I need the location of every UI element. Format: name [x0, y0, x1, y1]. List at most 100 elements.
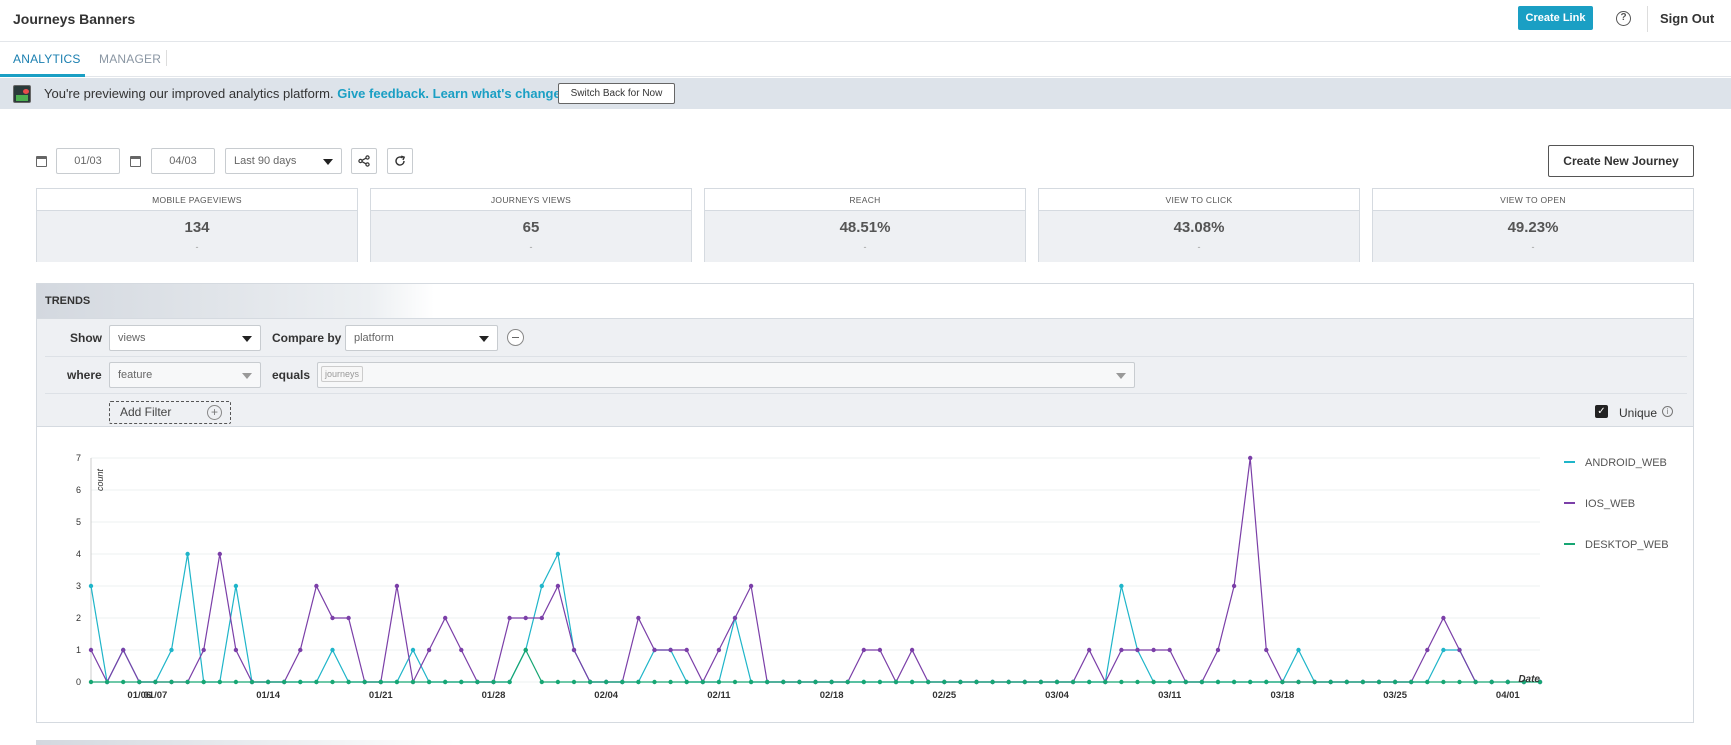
calendar-icon [130, 156, 141, 167]
data-point [104, 679, 110, 685]
data-point [1119, 583, 1124, 589]
data-point [926, 679, 931, 685]
stat-value: 65 [522, 219, 540, 236]
data-point [1119, 679, 1124, 685]
stat-delta: - [195, 242, 199, 252]
data-point [1312, 679, 1317, 685]
x-tick-label: 02/18 [820, 690, 844, 701]
chart-grid [90, 457, 1540, 683]
data-point [507, 615, 512, 621]
stat-delta: - [1531, 242, 1535, 252]
add-filter-label: Add Filter [120, 405, 172, 419]
data-point [1264, 647, 1269, 653]
learn-changes-link[interactable]: Learn what's changed. [433, 86, 573, 101]
tab-manager[interactable]: MANAGER [99, 52, 161, 66]
calendar-icon [36, 156, 47, 167]
data-point [1070, 679, 1076, 685]
data-point [1328, 679, 1333, 685]
data-point [1457, 647, 1462, 653]
share-button[interactable] [351, 148, 377, 174]
data-point [88, 647, 94, 653]
data-point [571, 679, 577, 685]
data-point [539, 583, 544, 589]
stat-body: 43.08% - [1039, 211, 1359, 262]
start-date-input[interactable] [56, 148, 120, 174]
data-point [1022, 679, 1027, 685]
where-value: feature [118, 369, 153, 381]
data-point [716, 647, 722, 653]
data-point [121, 647, 126, 653]
end-date-input[interactable] [151, 148, 215, 174]
compare-by-value: platform [354, 332, 394, 344]
series-line [91, 648, 1540, 683]
chevron-down-icon [323, 159, 333, 165]
chart-legend: ANDROID_WEB IOS_WEB DESKTOP_WEB [1564, 457, 1669, 551]
x-tick-label: 03/25 [1383, 690, 1407, 701]
data-point [668, 679, 673, 685]
give-feedback-link[interactable]: Give feedback. [337, 86, 429, 101]
stat-delta: - [863, 242, 867, 252]
equals-select[interactable]: journeys [317, 362, 1135, 388]
image-icon [13, 85, 31, 103]
data-point [298, 647, 303, 653]
data-point [1087, 679, 1092, 685]
data-point [1344, 679, 1350, 685]
switch-back-button[interactable]: Switch Back for Now [558, 83, 675, 104]
data-point [1215, 679, 1221, 685]
data-point [1248, 679, 1253, 685]
stat-value: 49.23% [1507, 219, 1559, 236]
create-new-journey-button[interactable]: Create New Journey [1548, 145, 1694, 177]
info-icon[interactable]: i [1662, 406, 1673, 417]
date-range-select[interactable]: Last 90 days [225, 148, 342, 174]
share-icon [358, 155, 370, 167]
data-point [974, 679, 979, 685]
compare-by-select[interactable]: platform [345, 325, 498, 351]
show-value: views [118, 332, 146, 344]
data-point [491, 679, 496, 685]
data-point [137, 679, 142, 685]
data-point [459, 679, 464, 685]
sign-out-link[interactable]: Sign Out [1660, 11, 1714, 26]
data-point [88, 583, 94, 589]
legend-label: DESKTOP_WEB [1585, 539, 1669, 551]
top-bar: Journeys Banners Create Link ? Sign Out [0, 0, 1731, 42]
trends-panel: TRENDS Show views Compare by platform wh… [36, 283, 1694, 723]
x-tick-label: 04/01 [1496, 690, 1520, 701]
unique-checkbox[interactable]: ✓ [1595, 405, 1608, 418]
data-point [1360, 679, 1366, 685]
tab-analytics[interactable]: ANALYTICS [13, 52, 81, 66]
data-point [217, 551, 222, 557]
create-link-button[interactable]: Create Link [1518, 6, 1593, 30]
x-axis-label: Date [1518, 674, 1540, 685]
data-point [185, 551, 190, 557]
data-point [877, 679, 883, 685]
stat-label: REACH [705, 189, 1025, 211]
minus-icon [512, 337, 519, 338]
data-point [958, 679, 963, 685]
x-tick-label: 03/18 [1271, 690, 1295, 701]
data-point [217, 679, 222, 685]
series-line [90, 457, 1477, 684]
stat-card-reach: REACH 48.51% - [704, 188, 1026, 262]
data-point [362, 679, 367, 685]
where-select[interactable]: feature [109, 362, 261, 388]
data-point [636, 615, 641, 621]
x-tick-label: 02/04 [594, 690, 618, 701]
data-point [571, 647, 577, 653]
trends-chart: 01234567 01/0601/07 01/14 01/21 01/28 02/04 0… [76, 453, 1669, 701]
data-point [1505, 679, 1511, 685]
stat-card-view-to-open: VIEW TO OPEN 49.23% - [1372, 188, 1694, 262]
help-icon[interactable]: ? [1616, 11, 1631, 26]
data-point [1199, 679, 1205, 685]
show-select[interactable]: views [109, 325, 261, 351]
data-point [829, 679, 834, 685]
add-filter-button[interactable]: Add Filter + [109, 401, 231, 424]
data-point [233, 647, 239, 653]
data-point [330, 679, 335, 685]
data-point [1167, 647, 1172, 653]
data-point [1264, 679, 1269, 685]
data-point [684, 647, 689, 653]
data-point [233, 583, 239, 589]
refresh-button[interactable] [387, 148, 413, 174]
remove-compare-button[interactable] [507, 329, 524, 346]
